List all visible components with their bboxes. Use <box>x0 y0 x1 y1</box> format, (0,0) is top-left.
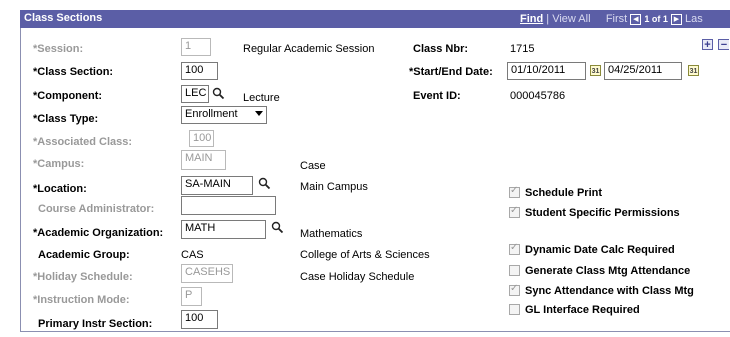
class-type-selected: Enrollment <box>185 108 238 120</box>
event-id-label: Event ID: <box>413 90 461 102</box>
view-all-link[interactable]: View All <box>552 13 590 25</box>
event-id-value: 000045786 <box>510 90 566 102</box>
instruction-mode-label: *Instruction Mode: <box>33 294 130 306</box>
instruction-mode-field: P <box>181 287 202 306</box>
academic-group-label: Academic Group: <box>38 249 130 261</box>
session-field: 1 <box>181 38 211 56</box>
find-link[interactable]: Find <box>520 13 543 25</box>
holiday-schedule-label: *Holiday Schedule: <box>33 271 133 283</box>
component-label: *Component: <box>33 90 103 102</box>
class-section-field[interactable]: 100 <box>181 62 218 80</box>
location-field[interactable]: SA-MAIN <box>181 176 253 195</box>
schedule-print-label: Schedule Print <box>525 187 603 199</box>
class-type-select[interactable]: Enrollment <box>181 106 267 124</box>
academic-group-value: CAS <box>181 249 204 261</box>
primary-instr-section-field[interactable]: 100 <box>181 310 218 329</box>
associated-class-label: *Associated Class: <box>33 136 133 148</box>
component-lookup-magnifier-icon[interactable] <box>212 87 225 100</box>
class-type-label: *Class Type: <box>33 113 99 125</box>
component-description: Lecture <box>243 92 280 104</box>
location-description: Main Campus <box>300 181 368 193</box>
start-end-date-label: *Start/End Date: <box>409 66 493 78</box>
class-nbr-label: Class Nbr: <box>413 43 469 55</box>
generate-attendance-checkbox[interactable] <box>509 265 520 276</box>
academic-group-description: College of Arts & Sciences <box>300 249 430 261</box>
end-date-field[interactable]: 04/25/2011 <box>604 62 682 80</box>
location-lookup-magnifier-icon[interactable] <box>258 177 271 190</box>
class-sections-panel <box>20 10 730 332</box>
last-link[interactable]: Las <box>685 13 703 25</box>
primary-instr-section-label: Primary Instr Section: <box>38 318 153 330</box>
component-field[interactable]: LEC <box>181 85 209 103</box>
add-row-plus-icon[interactable]: + <box>702 39 713 51</box>
academic-organization-lookup-magnifier-icon[interactable] <box>271 221 284 234</box>
panel-title: Class Sections <box>24 12 103 24</box>
panel-header: Class Sections Find | View All First ◀ 1… <box>20 10 730 28</box>
gl-interface-checkbox[interactable] <box>509 304 520 315</box>
academic-organization-field[interactable]: MATH <box>181 220 266 239</box>
academic-organization-label: *Academic Organization: <box>33 227 164 239</box>
campus-label: *Campus: <box>33 158 85 170</box>
dropdown-arrow-icon <box>255 111 263 116</box>
sync-attendance-checkbox[interactable] <box>509 283 520 296</box>
location-label: *Location: <box>33 183 87 195</box>
previous-arrow-icon[interactable]: ◀ <box>630 13 642 25</box>
course-administrator-label: Course Administrator: <box>38 203 155 215</box>
class-section-label: *Class Section: <box>33 66 114 78</box>
academic-organization-description: Mathematics <box>300 228 363 240</box>
campus-field: MAIN <box>181 150 226 170</box>
generate-attendance-label: Generate Class Mtg Attendance <box>525 265 691 277</box>
session-label: *Session: <box>33 43 84 55</box>
first-link[interactable]: First <box>606 13 627 25</box>
student-specific-permissions-checkbox[interactable] <box>509 205 520 218</box>
associated-class-field: 100 <box>189 130 214 147</box>
course-administrator-field[interactable] <box>181 196 276 215</box>
next-arrow-icon[interactable]: ▶ <box>670 13 682 25</box>
schedule-print-checkbox[interactable] <box>509 185 520 198</box>
row-count: 1 of 1 <box>644 14 668 24</box>
start-date-calendar-icon[interactable]: 31 <box>590 65 601 76</box>
class-nbr-value: 1715 <box>510 43 535 55</box>
dynamic-date-calc-label: Dynamic Date Calc Required <box>525 244 675 256</box>
start-date-field[interactable]: 01/10/2011 <box>507 62 586 80</box>
holiday-schedule-field: CASEHS <box>181 264 233 283</box>
delete-row-minus-icon[interactable]: − <box>718 39 729 51</box>
header-navigation: Find | View All First ◀ 1 of 1 ▶ Las <box>520 13 703 25</box>
student-specific-permissions-label: Student Specific Permissions <box>525 207 680 219</box>
end-date-calendar-icon[interactable]: 31 <box>688 65 699 76</box>
session-description: Regular Academic Session <box>243 43 375 55</box>
gl-interface-label: GL Interface Required <box>525 304 640 316</box>
campus-description: Case <box>300 160 326 172</box>
dynamic-date-calc-checkbox[interactable] <box>509 242 520 255</box>
sync-attendance-label: Sync Attendance with Class Mtg <box>525 285 694 297</box>
holiday-schedule-description: Case Holiday Schedule <box>300 271 415 283</box>
nav-separator: | <box>546 13 550 25</box>
